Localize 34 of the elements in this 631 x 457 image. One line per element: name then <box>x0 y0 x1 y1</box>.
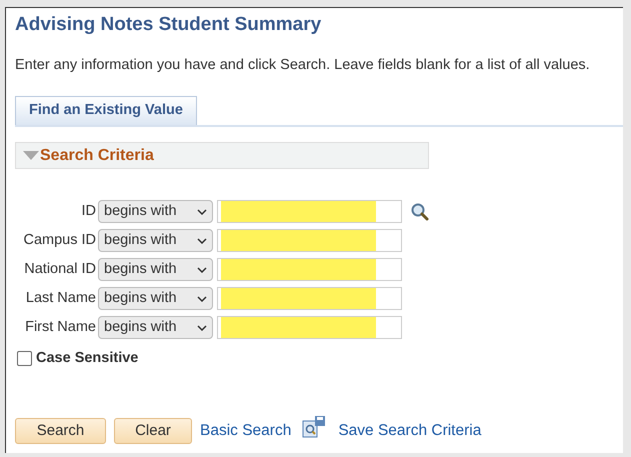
link[interactable]: Basic Search <box>200 419 292 442</box>
operator-dropdown[interactable]: begins with <box>98 200 213 223</box>
instructions-text: Enter any information you have and click Search. Leave fields blank for a list of all values. <box>15 56 591 74</box>
tab[interactable]: Find an Existing Value <box>15 96 197 125</box>
action-button[interactable]: Clear <box>114 418 192 444</box>
chevron-down-icon <box>197 208 207 214</box>
field-label: ID <box>80 202 97 221</box>
operator-dropdown[interactable]: begins with <box>98 229 213 252</box>
input-field[interactable] <box>217 200 402 223</box>
input-field[interactable] <box>217 229 402 252</box>
page-title: Advising Notes Student Summary <box>15 13 322 37</box>
input-field[interactable] <box>217 287 402 310</box>
triangle-down-icon[interactable] <box>23 150 39 160</box>
operator-dropdown[interactable]: begins with <box>98 316 213 339</box>
section-header[interactable]: Search Criteria <box>15 142 429 169</box>
checkbox[interactable] <box>17 351 32 366</box>
section-title: Search Criteria <box>40 146 154 166</box>
field-label: Last Name <box>24 288 97 308</box>
chevron-down-icon <box>197 296 207 302</box>
input-field[interactable] <box>217 316 402 339</box>
operator-dropdown[interactable]: begins with <box>98 287 213 310</box>
input-field[interactable] <box>217 258 402 281</box>
link[interactable]: Save Search Criteria <box>338 419 482 442</box>
field-label: National ID <box>23 260 97 279</box>
chevron-down-icon <box>197 266 207 272</box>
chevron-down-icon <box>197 238 207 244</box>
field-label: First Name <box>24 318 97 337</box>
save-search-icon[interactable] <box>302 414 326 439</box>
search-icon[interactable] <box>410 202 430 222</box>
chevron-down-icon <box>197 324 207 330</box>
field-label: Campus ID <box>22 230 97 250</box>
action-button[interactable]: Search <box>15 418 106 444</box>
checkbox-label: Case Sensitive <box>36 349 138 368</box>
operator-dropdown[interactable]: begins with <box>98 258 213 281</box>
